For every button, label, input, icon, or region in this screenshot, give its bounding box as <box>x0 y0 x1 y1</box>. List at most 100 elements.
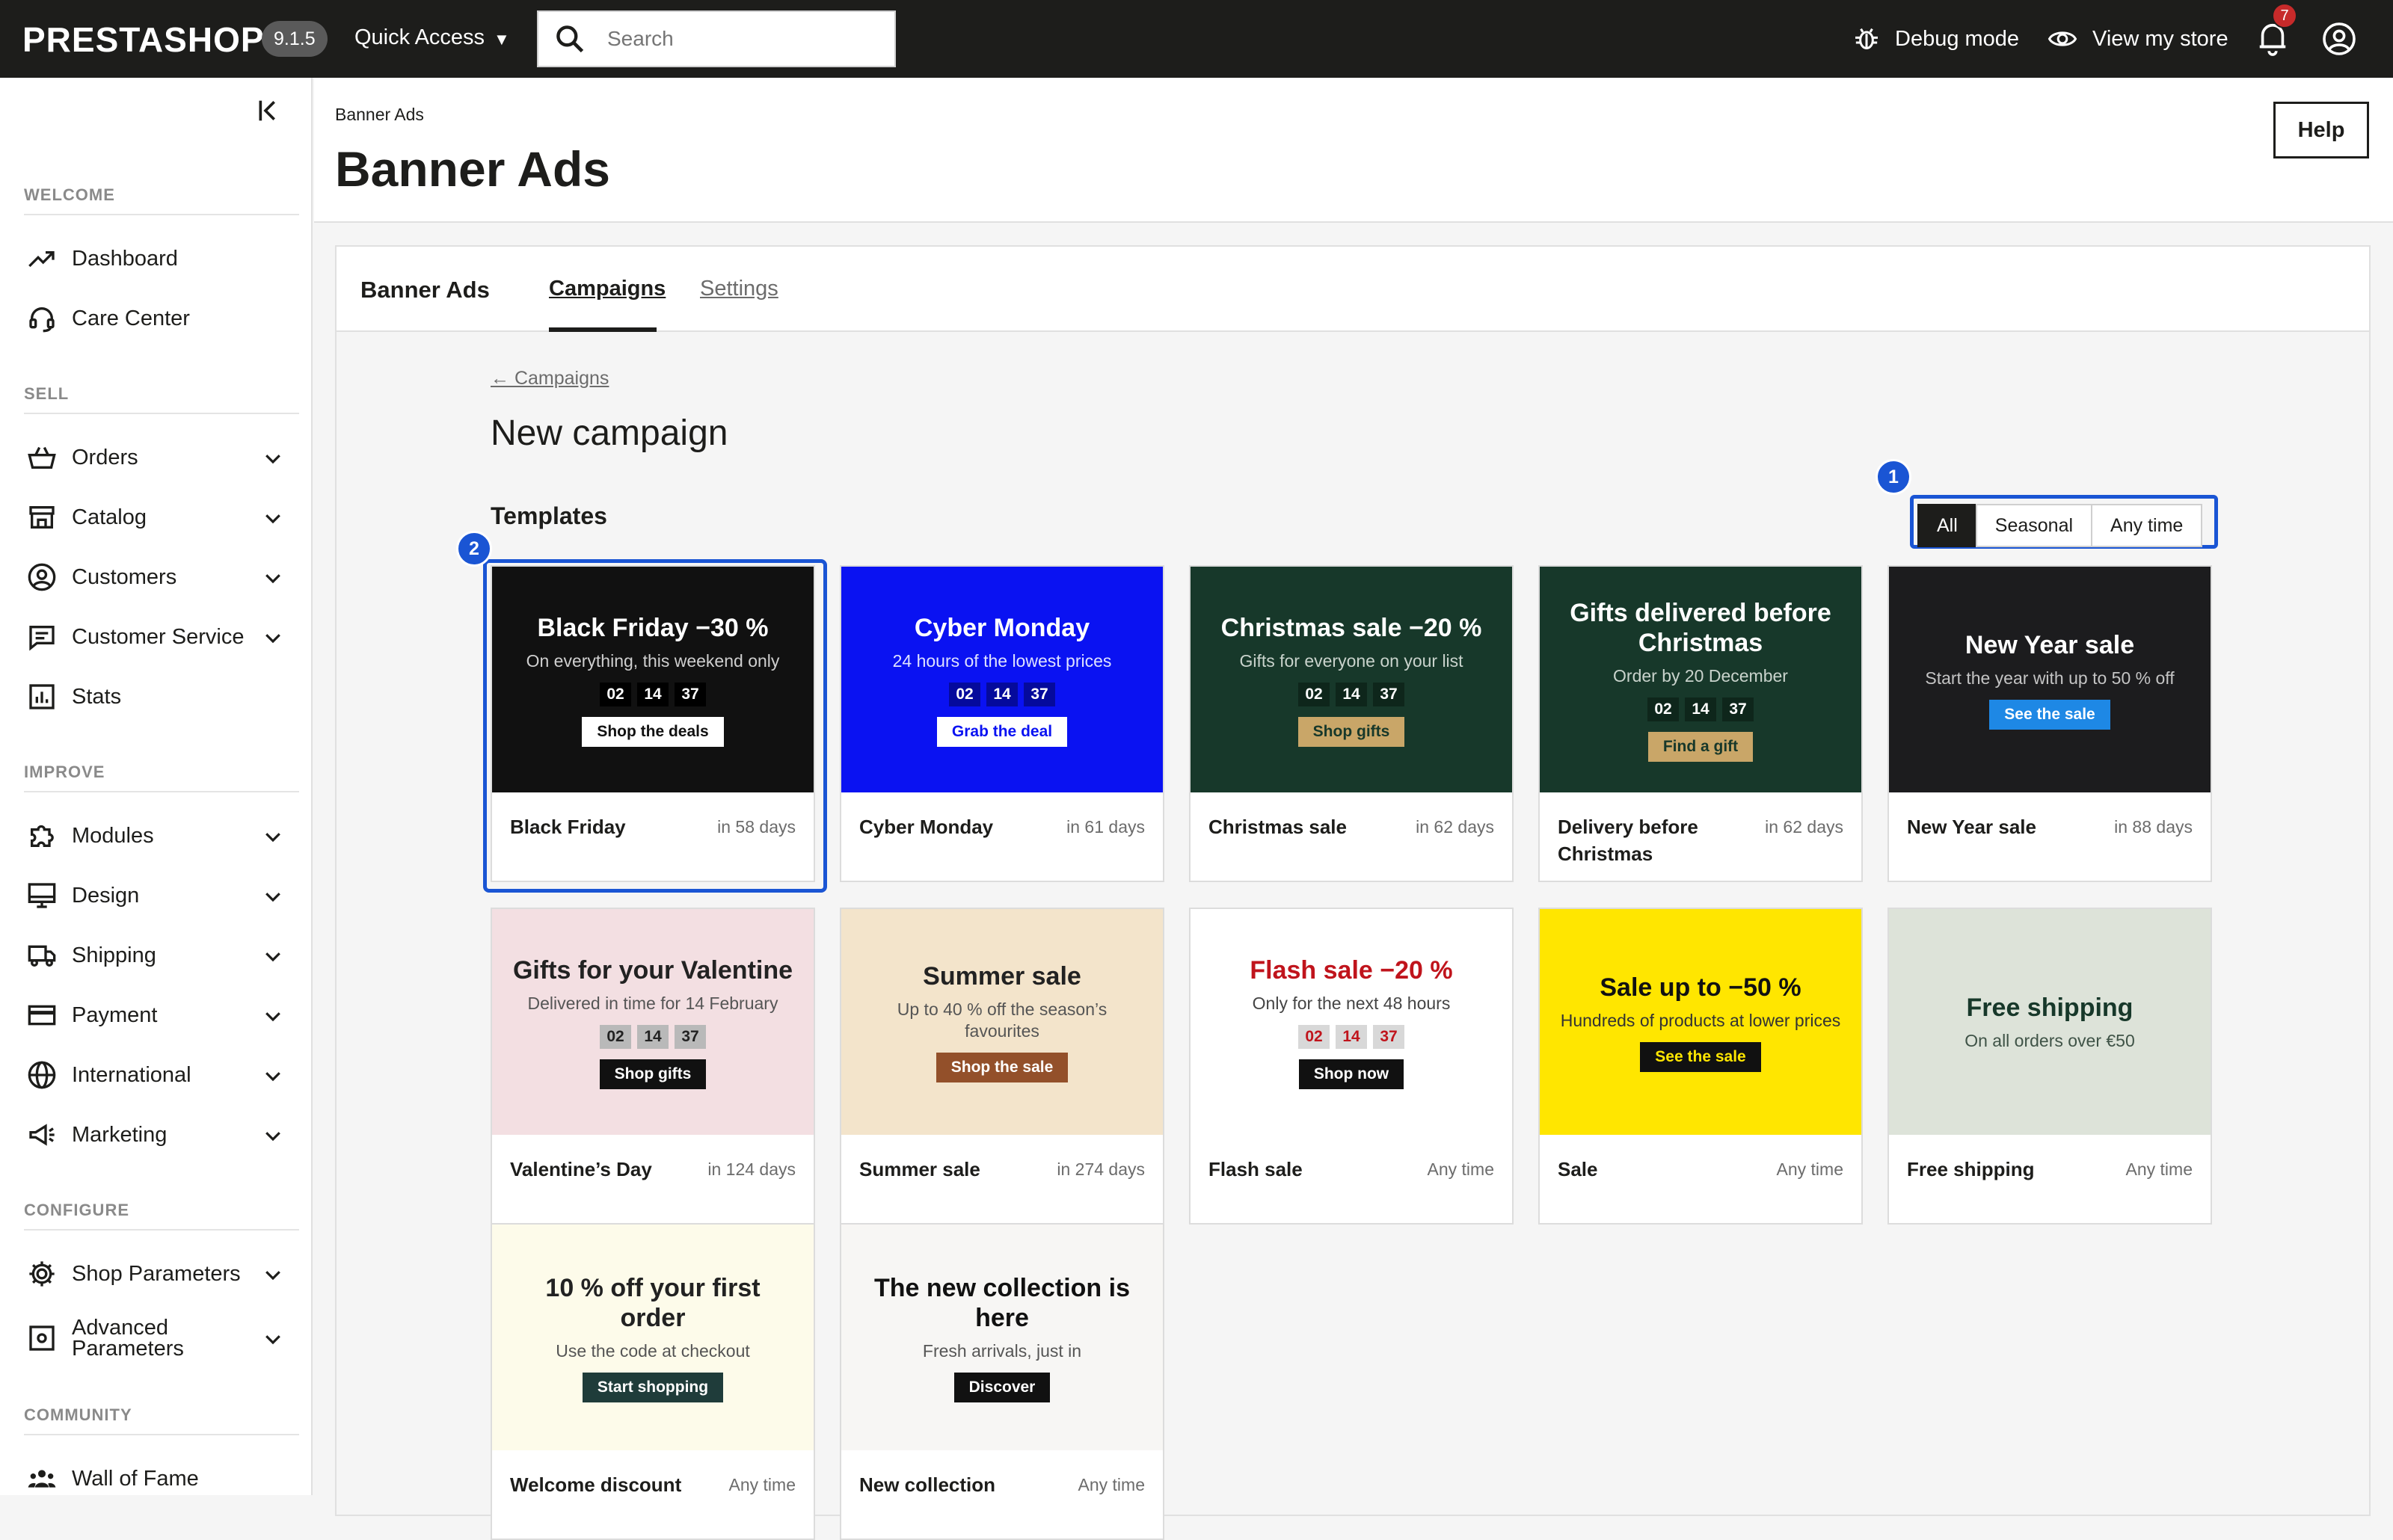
template-card[interactable]: Sale up to −50 % Hundreds of products at … <box>1538 908 1863 1225</box>
filter-anytime-button[interactable]: Any time <box>2091 504 2203 547</box>
sidebar-item-customers[interactable]: Customers <box>25 556 284 598</box>
users-group-icon <box>25 1462 58 1495</box>
banner-preview: Cyber Monday 24 hours of the lowest price… <box>841 567 1163 792</box>
breadcrumb[interactable]: Banner Ads <box>335 105 424 125</box>
banner-preview: Gifts for your Valentine Delivered in tim… <box>492 909 814 1135</box>
countdown-digit: 37 <box>675 1024 706 1049</box>
banner-cta-button: Shop the sale <box>936 1053 1069 1082</box>
banner-preview: Sale up to −50 % Hundreds of products at … <box>1540 909 1861 1135</box>
template-card[interactable]: 10 % off your first order Use the code at… <box>491 1223 815 1540</box>
chevron-down-icon <box>265 455 280 464</box>
chevron-down-icon <box>265 634 280 644</box>
sidebar-item-label: Orders <box>72 446 138 469</box>
banner-headline: Summer sale <box>923 962 1081 991</box>
debug-mode-button[interactable]: Debug mode <box>1852 22 2019 55</box>
template-card[interactable]: Gifts delivered before Christmas Order by… <box>1538 565 1863 882</box>
template-card[interactable]: Flash sale −20 % Only for the next 48 hou… <box>1189 908 1514 1225</box>
sidebar-item-catalog[interactable]: Catalog <box>25 496 284 538</box>
countdown-digit: 02 <box>1298 682 1330 706</box>
module-panel: Banner Ads Campaigns Settings ← Campaign… <box>335 245 2371 1540</box>
banner-subtitle: Delivered in time for 14 February <box>527 993 778 1013</box>
view-store-link[interactable]: View my store <box>2046 22 2228 55</box>
banner-preview: 10 % off your first order Use the code at… <box>492 1225 814 1450</box>
chevron-down-icon <box>265 1271 280 1281</box>
caret-down-icon[interactable]: ▼ <box>494 30 510 49</box>
bar-chart-icon <box>25 680 58 713</box>
sidebar-item-label: Stats <box>72 685 122 709</box>
top-header: PRESTASHOP 9.1.5 Quick Access ▼ Debug mo… <box>0 0 2393 78</box>
sidebar-item-shop-parameters[interactable]: Shop Parameters <box>25 1253 284 1295</box>
back-to-campaigns-link[interactable]: ← Campaigns <box>491 368 609 389</box>
section-heading: New campaign <box>491 413 728 453</box>
banner-subtitle: Fresh arrivals, just in <box>922 1340 1082 1361</box>
sidebar-item-label: Care Center <box>72 307 190 330</box>
template-card[interactable]: Summer sale Up to 40 % off the season’s f… <box>840 908 1164 1225</box>
countdown-digit: 02 <box>1298 1024 1330 1049</box>
countdown-digit: 37 <box>1373 682 1404 706</box>
sidebar-item-international[interactable]: International <box>25 1054 284 1096</box>
countdown-digit: 02 <box>1647 697 1679 721</box>
sidebar-item-care-center[interactable]: Care Center <box>25 298 284 339</box>
banner-headline: Gifts delivered before Christmas <box>1570 598 1831 657</box>
module-name: Banner Ads <box>360 277 490 303</box>
sidebar-item-label: Shop Parameters <box>72 1262 241 1286</box>
banner-headline: Christmas sale −20 % <box>1220 613 1482 642</box>
active-tab-indicator <box>549 327 657 332</box>
sidebar-item-payment[interactable]: Payment <box>25 994 284 1036</box>
template-card[interactable]: The new collection is here Fresh arrivals… <box>840 1223 1164 1540</box>
template-card[interactable]: Gifts for your Valentine Delivered in tim… <box>491 908 815 1225</box>
countdown-digit: 14 <box>986 682 1018 706</box>
template-name: Cyber Monday <box>859 816 994 838</box>
sidebar-item-label: Dashboard <box>72 247 178 271</box>
account-icon[interactable] <box>2321 21 2357 57</box>
template-card[interactable]: Christmas sale −20 % Gifts for everyone o… <box>1189 565 1514 882</box>
search-input[interactable] <box>607 24 876 54</box>
banner-headline: 10 % off your first order <box>545 1273 761 1332</box>
search-box[interactable] <box>537 10 896 67</box>
banner-cta-button: See the sale <box>1989 699 2110 730</box>
template-name: Sale <box>1558 1158 1598 1180</box>
sidebar-item-label: Customer Service <box>72 625 245 649</box>
banner-headline: New Year sale <box>1965 630 2135 659</box>
quick-access-button[interactable]: Quick Access <box>354 25 485 50</box>
section-sell: SELL <box>24 384 70 403</box>
sidebar-item-design[interactable]: Design <box>25 875 284 917</box>
prestashop-logo[interactable]: PRESTASHOP <box>22 19 265 60</box>
sidebar-item-orders[interactable]: Orders <box>25 437 284 478</box>
tab-campaigns[interactable]: Campaigns <box>549 277 666 301</box>
template-name: Flash sale <box>1208 1158 1303 1180</box>
sidebar-item-stats[interactable]: Stats <box>25 676 284 718</box>
filter-all-button[interactable]: All <box>1917 504 1977 547</box>
banner-cta-button: Shop gifts <box>1297 716 1405 747</box>
template-availability: in 124 days <box>707 1159 796 1179</box>
template-availability: Any time <box>1427 1159 1494 1179</box>
tab-settings[interactable]: Settings <box>700 277 778 301</box>
filter-seasonal-button[interactable]: Seasonal <box>1975 504 2093 547</box>
collapse-sidebar-icon[interactable] <box>254 96 284 126</box>
banner-subtitle: Only for the next 48 hours <box>1252 993 1451 1013</box>
sidebar-item-advanced-parameters[interactable]: Advanced Parameters <box>25 1317 284 1360</box>
divider <box>24 1434 299 1435</box>
banner-cta-button: Shop now <box>1298 1059 1404 1089</box>
template-card[interactable]: Cyber Monday 24 hours of the lowest price… <box>840 565 1164 882</box>
template-card[interactable]: Free shipping On all orders over €50 Free … <box>1887 908 2212 1225</box>
sidebar-item-dashboard[interactable]: Dashboard <box>25 238 284 280</box>
template-card[interactable]: New Year sale Start the year with up to 5… <box>1887 565 2212 882</box>
sidebar-item-customer-service[interactable]: Customer Service <box>25 616 284 658</box>
sidebar-item-marketing[interactable]: Marketing <box>25 1114 284 1156</box>
help-button[interactable]: Help <box>2273 102 2369 158</box>
sidebar-item-label: Customers <box>72 565 177 589</box>
template-availability: Any time <box>2125 1159 2193 1179</box>
banner-headline: Sale up to −50 % <box>1600 973 1801 1002</box>
countdown-digit: 02 <box>600 1024 631 1049</box>
sidebar-item-modules[interactable]: Modules <box>25 815 284 857</box>
banner-preview: Free shipping On all orders over €50 <box>1889 909 2211 1135</box>
chevron-down-icon <box>265 574 280 584</box>
monitor-icon <box>25 879 58 912</box>
section-welcome: WELCOME <box>24 185 115 204</box>
chevron-down-icon <box>265 1012 280 1022</box>
sidebar-item-wall-of-fame[interactable]: Wall of Fame <box>25 1458 284 1500</box>
sidebar-item-label: International <box>72 1063 191 1087</box>
banner-headline: Flash sale −20 % <box>1250 955 1453 985</box>
sidebar-item-shipping[interactable]: Shipping <box>25 934 284 976</box>
